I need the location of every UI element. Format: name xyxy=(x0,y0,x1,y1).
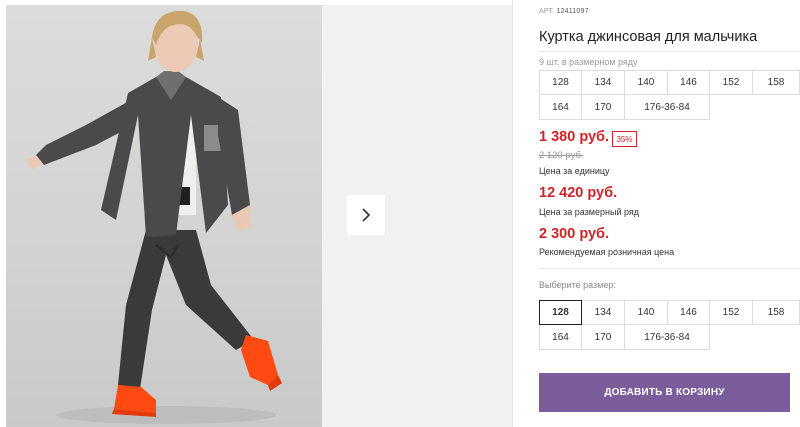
size-row-cell: 170 xyxy=(582,95,625,120)
size-option-176-36-84[interactable]: 176-36-84 xyxy=(625,325,710,350)
current-price: 1 380 руб. xyxy=(539,129,610,145)
size-option-134[interactable]: 134 xyxy=(582,300,625,325)
size-row-cell: 146 xyxy=(668,70,710,95)
divider xyxy=(539,51,800,52)
product-photo[interactable] xyxy=(6,5,322,427)
size-option-158[interactable]: 158 xyxy=(753,300,800,325)
size-row-grid: 128 134 140 146 152 158 164 170 176-36-8… xyxy=(539,70,800,120)
article-value: 12411097 xyxy=(556,8,589,15)
size-option-146[interactable]: 146 xyxy=(668,300,710,325)
size-row-cell: 140 xyxy=(625,70,668,95)
retail-price-label: Рекомендуемая розничная цена xyxy=(539,247,675,257)
discount-badge: 35% xyxy=(612,131,637,147)
product-gallery xyxy=(0,0,512,427)
boy-in-denim-jacket-illustration xyxy=(26,10,282,424)
size-option-170[interactable]: 170 xyxy=(582,325,625,350)
retail-price: 2 300 руб. xyxy=(539,226,610,242)
article-label: АРТ. xyxy=(539,8,555,15)
product-info-panel: АРТ. 12411097 Куртка джинсовая для мальч… xyxy=(539,0,800,427)
old-price: 2 120 руб. xyxy=(539,150,584,161)
product-title: Куртка джинсовая для мальчика xyxy=(539,29,758,45)
size-row-cell: 134 xyxy=(582,70,625,95)
size-option-140[interactable]: 140 xyxy=(625,300,668,325)
size-row-cell: 176-36-84 xyxy=(625,95,710,120)
divider xyxy=(539,268,800,269)
choose-size-label: Выберите размер: xyxy=(539,280,616,290)
size-row-cell: 158 xyxy=(753,70,800,95)
size-option-152[interactable]: 152 xyxy=(710,300,753,325)
size-selector: 128 134 140 146 152 158 164 170 176-36-8… xyxy=(539,300,800,350)
size-row-cell: 152 xyxy=(710,70,753,95)
unit-price-label: Цена за единицу xyxy=(539,166,610,176)
size-option-164[interactable]: 164 xyxy=(539,325,582,350)
size-option-128[interactable]: 128 xyxy=(539,300,582,325)
chevron-right-icon xyxy=(362,208,371,222)
size-row-note: 9 шт. в размерном ряду xyxy=(539,57,638,67)
next-image-button[interactable] xyxy=(347,195,385,235)
size-row-cell: 164 xyxy=(539,95,582,120)
size-row-cell: 128 xyxy=(539,70,582,95)
panel-divider xyxy=(512,0,513,427)
row-price-label: Цена за размерный ряд xyxy=(539,207,640,217)
article-number: АРТ. 12411097 xyxy=(539,8,589,15)
add-to-cart-button[interactable]: ДОБАВИТЬ В КОРЗИНУ xyxy=(539,373,790,412)
row-price: 12 420 руб. xyxy=(539,185,618,201)
